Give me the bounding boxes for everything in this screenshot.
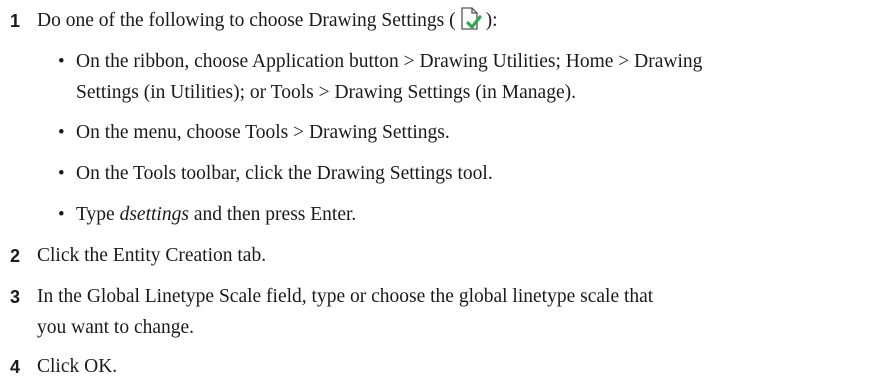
step-text: Click the Entity Creation tab. [37, 245, 267, 266]
step-text: Do one of the following to choose Drawin… [37, 5, 862, 36]
step-text-line: you want to change. [37, 317, 195, 338]
step-number: 3 [10, 287, 21, 307]
bullet-dot: • [58, 51, 65, 72]
step-number: 2 [10, 246, 21, 266]
step-number: 4 [10, 357, 21, 377]
step-number: 1 [10, 11, 21, 31]
step-text-line: In the Global Linetype Scale field, type… [37, 286, 654, 307]
bullet-text: On the menu, choose Tools > Drawing Sett… [76, 122, 450, 143]
bullet-text-line: On the ribbon, choose Application button… [76, 51, 703, 72]
step-text: Click OK. [37, 356, 118, 377]
bullet-text: Type dsettings and then press Enter. [76, 204, 357, 225]
drawing-settings-icon [458, 7, 484, 31]
bullet-dot: • [58, 163, 65, 184]
command-name: dsettings [119, 204, 189, 225]
bullet-text: On the Tools toolbar, click the Drawing … [76, 163, 493, 184]
bullet-text-line: Settings (in Utilities); or Tools > Draw… [76, 82, 576, 103]
bullet-dot: • [58, 122, 65, 143]
bullet-dot: • [58, 204, 65, 225]
